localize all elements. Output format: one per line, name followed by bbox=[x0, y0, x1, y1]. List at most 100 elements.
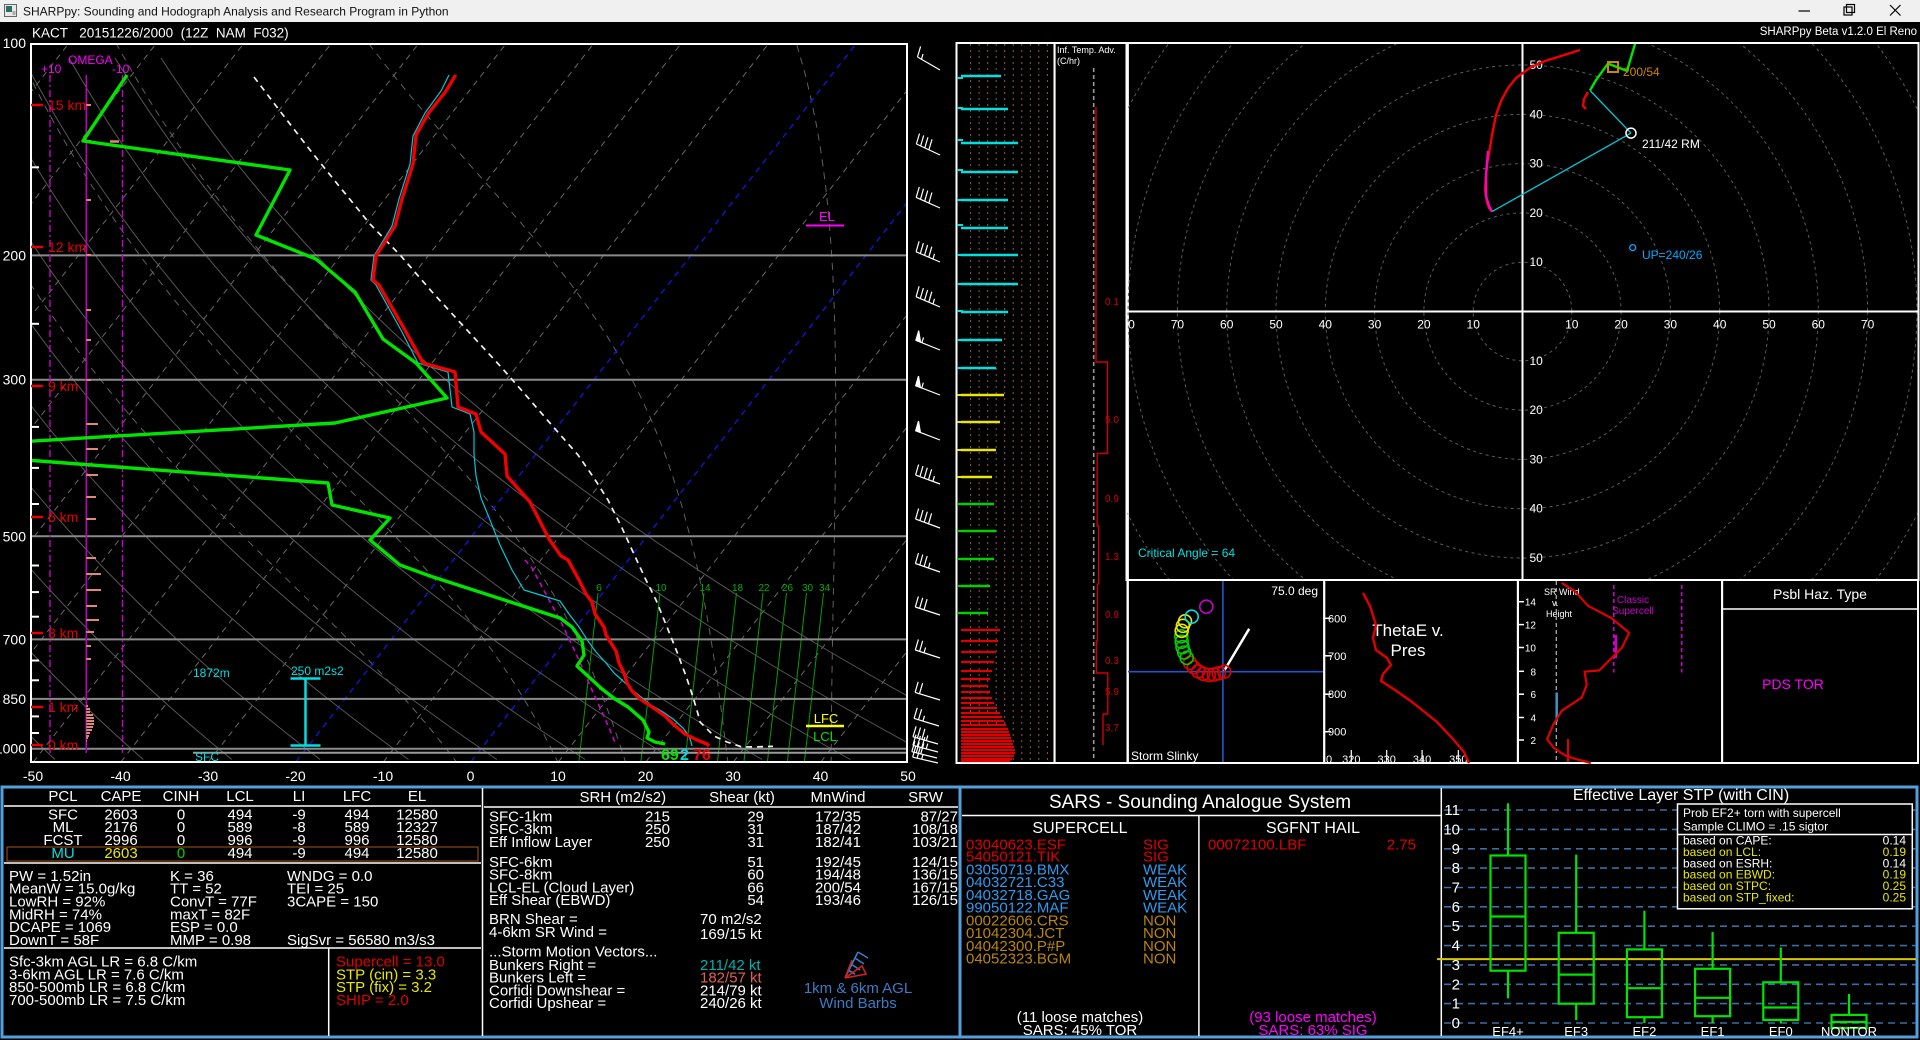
svg-text:Height: Height bbox=[1546, 609, 1573, 619]
svg-text:Pres: Pres bbox=[1391, 641, 1426, 660]
svg-text:22: 22 bbox=[758, 583, 770, 594]
svg-text:50: 50 bbox=[900, 768, 916, 784]
svg-text:Supercell: Supercell bbox=[1612, 606, 1654, 617]
svg-text:600: 600 bbox=[1328, 613, 1346, 625]
svg-text:20: 20 bbox=[1530, 206, 1544, 220]
svg-text:20: 20 bbox=[1417, 318, 1431, 332]
svg-text:800: 800 bbox=[1328, 689, 1346, 701]
svg-text:30: 30 bbox=[1664, 318, 1678, 332]
svg-text:30: 30 bbox=[802, 583, 814, 594]
svg-text:KACT 20151226/2000 (12Z NA: KACT 20151226/2000 (12Z NAM F032) bbox=[32, 26, 289, 41]
svg-text:NONTOR: NONTOR bbox=[1821, 1024, 1877, 1039]
svg-text:CAPE: CAPE bbox=[101, 788, 142, 805]
svg-text:211/42 RM: 211/42 RM bbox=[1642, 137, 1700, 151]
svg-text:Effective Layer STP (with CIN): Effective Layer STP (with CIN) bbox=[1573, 787, 1789, 804]
svg-text:10: 10 bbox=[655, 583, 667, 594]
svg-text:26: 26 bbox=[782, 583, 794, 594]
svg-text:494: 494 bbox=[344, 845, 369, 862]
svg-text:SUPERCELL: SUPERCELL bbox=[1032, 820, 1127, 837]
svg-text:250 m2s2: 250 m2s2 bbox=[291, 664, 344, 678]
svg-text:EF0: EF0 bbox=[1769, 1024, 1793, 1039]
svg-text:5.9: 5.9 bbox=[1105, 687, 1119, 698]
svg-text:LI: LI bbox=[293, 788, 306, 805]
svg-text:0 km: 0 km bbox=[48, 737, 78, 753]
svg-text:(C/hr): (C/hr) bbox=[1057, 56, 1080, 66]
svg-text:6 km: 6 km bbox=[48, 509, 78, 525]
svg-text:2.75: 2.75 bbox=[1387, 836, 1416, 853]
svg-text:Corfidi Upshear =: Corfidi Upshear = bbox=[489, 995, 606, 1012]
svg-text:00072100.LBF: 00072100.LBF bbox=[1208, 836, 1306, 853]
svg-text:CINH: CINH bbox=[163, 788, 200, 805]
svg-text:700: 700 bbox=[3, 631, 27, 647]
svg-text:0.9: 0.9 bbox=[1105, 610, 1119, 621]
svg-text:SARS - Sounding Analogue Syste: SARS - Sounding Analogue System bbox=[1049, 792, 1351, 813]
svg-text:0.25: 0.25 bbox=[1883, 891, 1907, 905]
svg-text:PCL: PCL bbox=[48, 788, 77, 805]
svg-text:5: 5 bbox=[1452, 918, 1460, 935]
svg-text:4: 4 bbox=[1530, 714, 1536, 725]
svg-text:12580: 12580 bbox=[396, 845, 438, 862]
svg-text:300: 300 bbox=[3, 372, 27, 388]
svg-text:SHARPpy Beta v1.2.0 El Reno: SHARPpy Beta v1.2.0 El Reno bbox=[1760, 26, 1917, 38]
svg-text:10: 10 bbox=[1443, 821, 1460, 838]
svg-text:0: 0 bbox=[467, 768, 475, 784]
svg-text:0.9: 0.9 bbox=[1105, 494, 1119, 505]
svg-text:v.: v. bbox=[1552, 598, 1558, 608]
svg-text:ThetaE v.: ThetaE v. bbox=[1372, 621, 1444, 640]
svg-text:850: 850 bbox=[3, 691, 27, 707]
svg-text:30: 30 bbox=[1530, 452, 1544, 466]
svg-text:NON: NON bbox=[1143, 950, 1176, 967]
svg-text:DownT = 58F: DownT = 58F bbox=[9, 932, 99, 949]
svg-text:126/15: 126/15 bbox=[912, 892, 958, 909]
svg-text:1.3: 1.3 bbox=[1105, 552, 1119, 563]
svg-text:-10: -10 bbox=[112, 62, 130, 76]
svg-text:10: 10 bbox=[1565, 318, 1579, 332]
svg-text:60: 60 bbox=[1812, 318, 1826, 332]
svg-text:LFC: LFC bbox=[814, 711, 839, 726]
svg-text:10: 10 bbox=[1530, 354, 1544, 368]
svg-text:-30: -30 bbox=[198, 768, 218, 784]
svg-text:0: 0 bbox=[1326, 754, 1332, 766]
svg-text:7: 7 bbox=[1452, 880, 1460, 897]
svg-text:5.0: 5.0 bbox=[1105, 415, 1119, 426]
svg-text:Sample CLIMO = .15 sigtor: Sample CLIMO = .15 sigtor bbox=[1683, 820, 1828, 834]
svg-text:Classic: Classic bbox=[1617, 595, 1649, 606]
svg-text:14: 14 bbox=[699, 583, 711, 594]
svg-text:103/21: 103/21 bbox=[912, 834, 958, 851]
svg-text:80: 80 bbox=[1121, 318, 1135, 332]
svg-text:70: 70 bbox=[1861, 318, 1875, 332]
svg-text:100: 100 bbox=[3, 35, 27, 51]
svg-text:30: 30 bbox=[1530, 157, 1544, 171]
svg-text:60: 60 bbox=[1220, 318, 1234, 332]
svg-text:0: 0 bbox=[177, 845, 185, 862]
svg-text:30: 30 bbox=[1368, 318, 1382, 332]
svg-text:1000: 1000 bbox=[0, 741, 26, 757]
svg-text:MU: MU bbox=[51, 845, 74, 862]
svg-text:20: 20 bbox=[1530, 403, 1544, 417]
svg-text:04052323.BGM: 04052323.BGM bbox=[966, 950, 1071, 967]
svg-text:50: 50 bbox=[1269, 318, 1283, 332]
svg-text:10: 10 bbox=[1530, 255, 1544, 269]
svg-text:50: 50 bbox=[1530, 551, 1544, 565]
svg-text:30: 30 bbox=[725, 768, 741, 784]
svg-text:2603: 2603 bbox=[104, 845, 137, 862]
svg-text:10: 10 bbox=[550, 768, 566, 784]
svg-text:EF3: EF3 bbox=[1564, 1024, 1588, 1039]
svg-text:3 km: 3 km bbox=[48, 625, 78, 641]
svg-text:-20: -20 bbox=[285, 768, 305, 784]
svg-text:10: 10 bbox=[1467, 318, 1481, 332]
svg-text:MMP = 0.98: MMP = 0.98 bbox=[170, 932, 251, 949]
svg-text:70: 70 bbox=[1171, 318, 1185, 332]
svg-text:20: 20 bbox=[638, 768, 654, 784]
svg-text:9 km: 9 km bbox=[48, 378, 78, 394]
svg-text:11: 11 bbox=[1444, 802, 1460, 819]
svg-text:+10: +10 bbox=[41, 62, 62, 76]
svg-text:20: 20 bbox=[1614, 318, 1628, 332]
svg-text:40: 40 bbox=[1530, 502, 1544, 516]
svg-text:40: 40 bbox=[813, 768, 829, 784]
svg-text:500: 500 bbox=[3, 528, 27, 544]
svg-text:SHIP = 2.0: SHIP = 2.0 bbox=[336, 992, 409, 1009]
svg-text:10: 10 bbox=[1525, 644, 1537, 655]
svg-text:Wind Barbs: Wind Barbs bbox=[819, 995, 897, 1012]
svg-text:18: 18 bbox=[732, 583, 744, 594]
